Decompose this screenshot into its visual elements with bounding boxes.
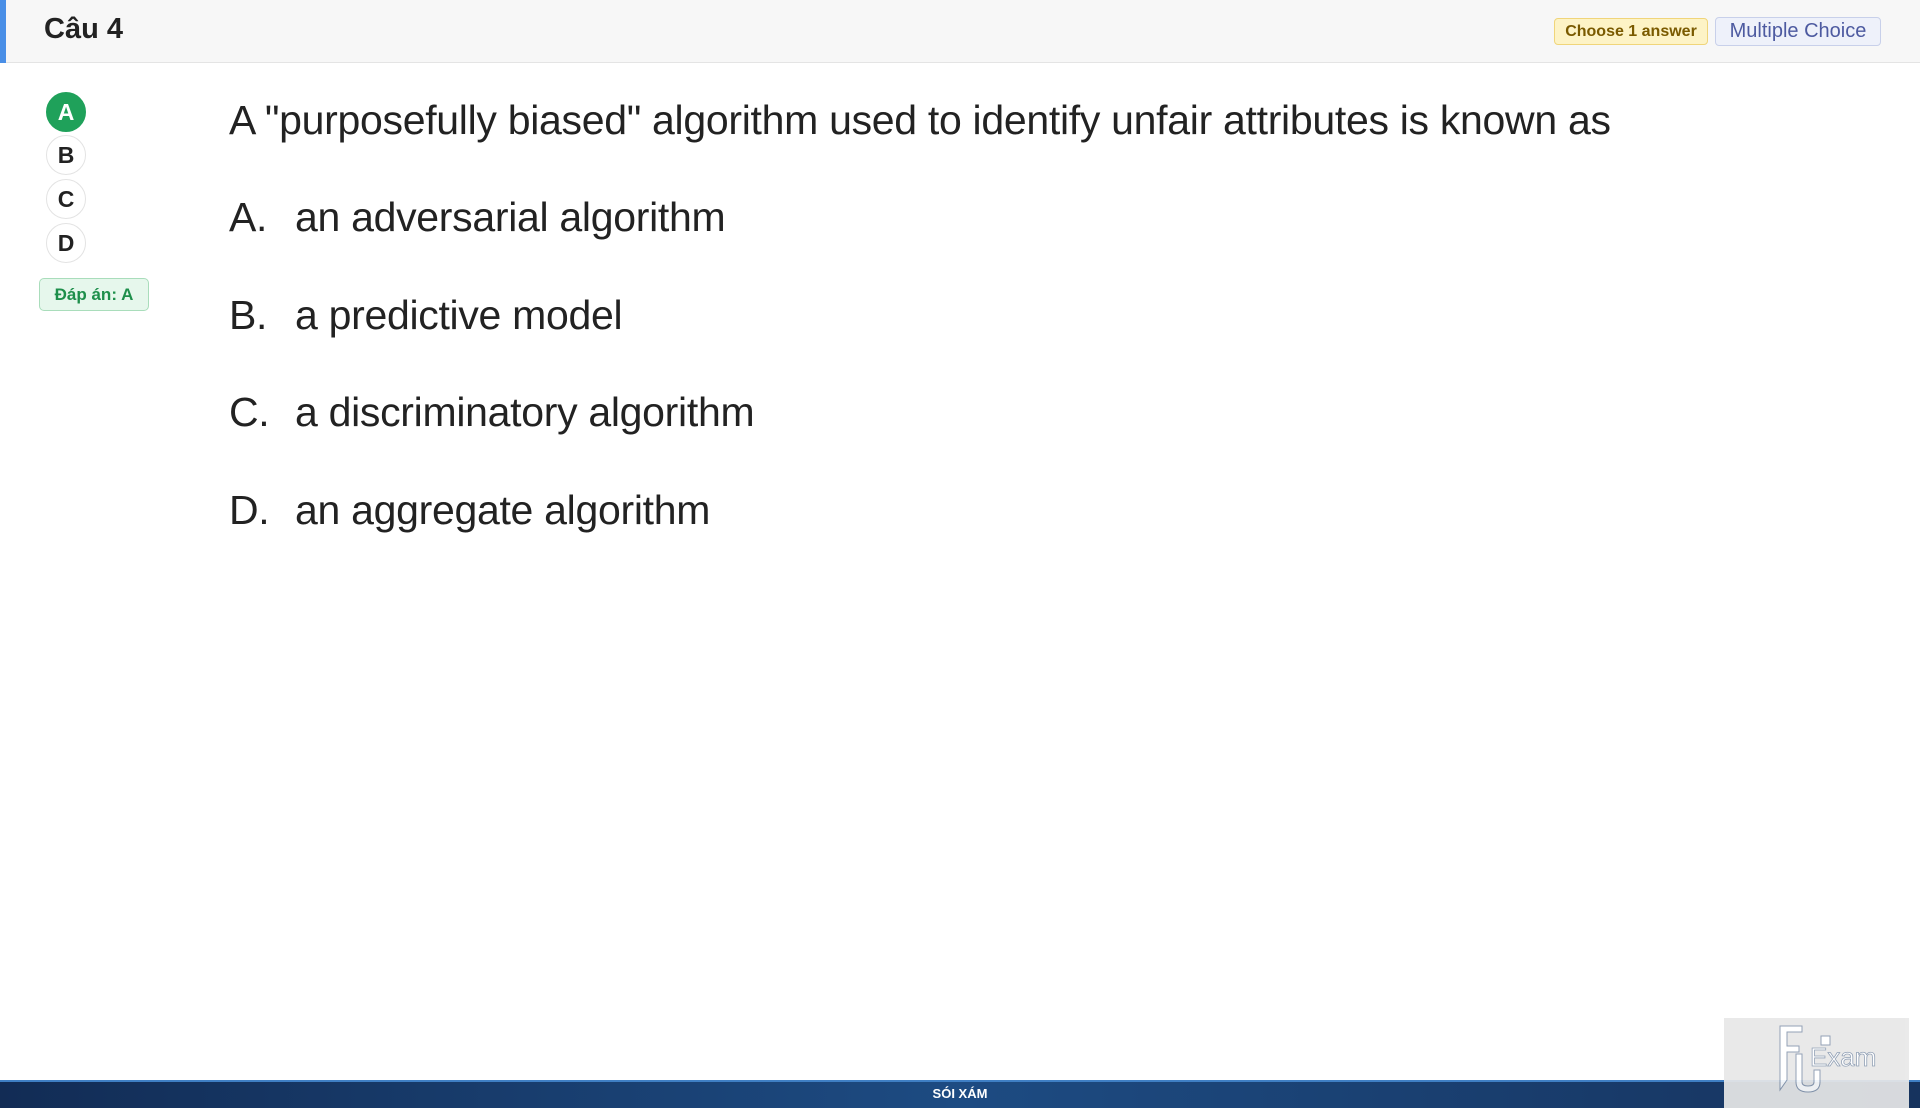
question-type-badge: Multiple Choice xyxy=(1715,17,1881,46)
choice-text: a discriminatory algorithm xyxy=(295,389,755,435)
option-button-c[interactable]: C xyxy=(46,179,86,219)
question-number-title: Câu 4 xyxy=(44,13,123,45)
option-button-a[interactable]: A xyxy=(46,92,86,132)
choose-answer-badge: Choose 1 answer xyxy=(1554,18,1708,45)
fu-exam-logo: Exam xyxy=(1724,1018,1909,1108)
option-button-b[interactable]: B xyxy=(46,135,86,175)
choice-a: A. an adversarial algorithm xyxy=(229,194,726,241)
choice-letter: B. xyxy=(229,292,268,338)
choice-b: B. a predictive model xyxy=(229,292,623,339)
choice-letter: D. xyxy=(229,487,270,533)
question-text: A "purposefully biased" algorithm used t… xyxy=(229,97,1611,143)
choice-text: an aggregate algorithm xyxy=(295,487,711,533)
choice-letter: C. xyxy=(229,389,270,435)
header-accent-bar xyxy=(0,0,6,63)
correct-answer-badge: Đáp án: A xyxy=(39,278,149,311)
question-header: Câu 4 Choose 1 answer Multiple Choice xyxy=(0,0,1920,63)
option-button-d[interactable]: D xyxy=(46,223,86,263)
footer-text: SÓI XÁM xyxy=(932,1086,988,1101)
choice-letter: A. xyxy=(229,194,268,240)
fu-exam-logo-icon: Exam xyxy=(1779,1025,1877,1093)
svg-text:Exam: Exam xyxy=(1810,1042,1876,1072)
choice-d: D. an aggregate algorithm xyxy=(229,487,710,534)
choice-text: an adversarial algorithm xyxy=(295,194,726,240)
choice-text: a predictive model xyxy=(295,292,623,338)
choice-c: C. a discriminatory algorithm xyxy=(229,389,755,436)
